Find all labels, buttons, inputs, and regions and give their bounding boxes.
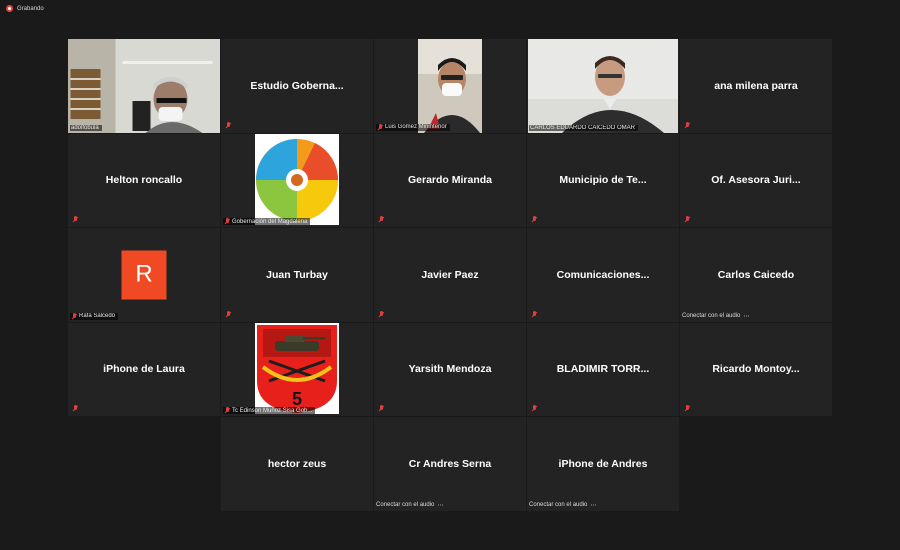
recording-indicator[interactable]: Grabando: [6, 5, 44, 12]
participant-name: Helton roncallo: [105, 174, 183, 187]
participant-name: Juan Turbay: [266, 268, 328, 281]
participant-caption: Gobernación del Magdalena: [223, 218, 311, 225]
participant-name: BLADIMIR TORR...: [556, 363, 650, 376]
participant-name: Ricardo Montoy...: [712, 363, 800, 376]
participant-tile[interactable]: BLADIMIR TORR...: [527, 322, 679, 416]
participant-tile[interactable]: Helton roncallo: [68, 133, 220, 227]
mic-muted-icon: [225, 121, 231, 129]
participant-tile[interactable]: CARLOS EDUARDO CAICEDO OMAR: [527, 39, 679, 133]
military-shield-image: 5: [255, 322, 339, 414]
participant-name: Yarsith Mendoza: [408, 363, 492, 376]
participant-name: Javier Paez: [421, 268, 479, 281]
caption-text: Gobernación del Magdalena: [232, 218, 308, 225]
participant-tile[interactable]: ana milena parra: [680, 39, 832, 133]
mic-muted-icon: [225, 310, 231, 318]
mic-muted-icon: [531, 405, 537, 412]
connecting-dots-icon: ⋯: [590, 502, 597, 509]
participant-tile[interactable]: Luis Gomez Mininterior: [374, 39, 526, 133]
mic-muted-icon: [72, 216, 78, 223]
mic-muted-icon: [684, 405, 690, 412]
mic-muted-icon: [377, 123, 383, 131]
participant-tile[interactable]: Javier Paez: [374, 228, 526, 322]
participant-tile[interactable]: Of. Asesora Juri...: [680, 133, 832, 227]
participant-caption: Tc Edinson Muñoz Sisa Gob...: [223, 407, 316, 414]
audio-status-text: Conectar con el audio: [376, 502, 435, 508]
participant-name: Gerardo Miranda: [407, 174, 493, 187]
connecting-dots-icon: ⋯: [743, 313, 750, 320]
participant-media: 5: [255, 322, 339, 417]
participant-media: [255, 133, 339, 228]
participant-tile[interactable]: iPhone de Andres Conectar con el audio ⋯: [527, 417, 679, 511]
caption-text: Rafa Salcedo: [79, 313, 116, 319]
participant-tile[interactable]: adolfobula: [68, 39, 220, 133]
connect-audio-status: Conectar con el audio ⋯: [682, 313, 749, 320]
caption-text: Luis Gomez Mininterior: [385, 124, 447, 130]
participant-tile[interactable]: Gobernación del Magdalena: [221, 133, 373, 228]
participant-name: hector zeus: [267, 457, 327, 470]
mic-muted-icon: [684, 216, 690, 223]
connecting-dots-icon: ⋯: [437, 502, 444, 509]
mic-muted-icon: [378, 310, 384, 318]
mic-muted-icon: [378, 405, 384, 412]
shield-number: 5: [292, 389, 302, 409]
recording-label: Grabando: [17, 5, 44, 12]
participant-name: iPhone de Andres: [558, 457, 648, 470]
mic-muted-icon: [72, 405, 78, 412]
participant-name: Cr Andres Serna: [408, 457, 492, 470]
participant-media: [68, 39, 220, 133]
participant-name: Comunicaciones...: [556, 268, 650, 281]
caption-text: CARLOS EDUARDO CAICEDO OMAR: [530, 124, 636, 131]
audio-status-text: Conectar con el audio: [682, 313, 741, 319]
mic-muted-icon: [224, 218, 230, 225]
participant-video: [418, 39, 482, 133]
participant-tile[interactable]: Estudio Goberna...: [221, 39, 373, 133]
magdalena-wheel-image: [255, 133, 339, 225]
mic-muted-icon: [224, 407, 230, 414]
participant-media: [418, 39, 482, 133]
caption-text: adolfobula: [71, 124, 99, 131]
record-icon: [6, 5, 13, 12]
participant-media: [528, 39, 678, 133]
participant-tile[interactable]: iPhone de Laura: [68, 322, 220, 416]
participant-tile[interactable]: Carlos Caicedo Conectar con el audio ⋯: [680, 228, 832, 322]
participant-name: Carlos Caicedo: [717, 268, 795, 281]
participant-tile[interactable]: Juan Turbay: [221, 228, 373, 322]
avatar: R: [121, 250, 167, 300]
participant-caption: CARLOS EDUARDO CAICEDO OMAR: [529, 124, 639, 131]
mic-muted-icon: [378, 216, 384, 223]
mic-muted-icon: [71, 312, 77, 320]
participant-tile[interactable]: Municipio de Te...: [527, 133, 679, 227]
mic-muted-icon: [684, 121, 690, 129]
participant-video: [528, 39, 678, 133]
participant-tile[interactable]: Gerardo Miranda: [374, 133, 526, 227]
audio-status-text: Conectar con el audio: [529, 502, 588, 508]
participant-caption: Luis Gomez Mininterior: [376, 123, 450, 131]
connect-audio-status: Conectar con el audio ⋯: [529, 502, 596, 509]
participant-tile[interactable]: 5 Tc Edinson Muñoz Sisa Gob...: [221, 322, 373, 417]
participant-tile[interactable]: Ricardo Montoy...: [680, 322, 832, 416]
participant-tile[interactable]: R Rafa Salcedo: [68, 228, 220, 322]
participant-name: ana milena parra: [714, 79, 798, 92]
empty-slot: [68, 417, 220, 511]
participant-caption: adolfobula: [70, 124, 102, 131]
participant-name: Of. Asesora Juri...: [711, 174, 801, 187]
participant-tile[interactable]: Cr Andres Serna Conectar con el audio ⋯: [374, 417, 526, 511]
participant-grid: adolfobula Estudio Goberna... Luis Gomez …: [68, 39, 833, 512]
participant-name: iPhone de Laura: [103, 363, 185, 376]
participant-name: Estudio Goberna...: [250, 79, 344, 92]
participant-tile[interactable]: Yarsith Mendoza: [374, 322, 526, 416]
participant-tile[interactable]: Comunicaciones...: [527, 228, 679, 322]
connect-audio-status: Conectar con el audio ⋯: [376, 502, 443, 509]
participant-video: [68, 39, 220, 133]
mic-muted-icon: [531, 310, 537, 318]
mic-muted-icon: [531, 216, 537, 223]
participant-caption: Rafa Salcedo: [70, 312, 119, 320]
participant-tile[interactable]: hector zeus: [221, 417, 373, 511]
participant-name: Municipio de Te...: [559, 174, 647, 187]
caption-text: Tc Edinson Muñoz Sisa Gob...: [232, 407, 313, 414]
